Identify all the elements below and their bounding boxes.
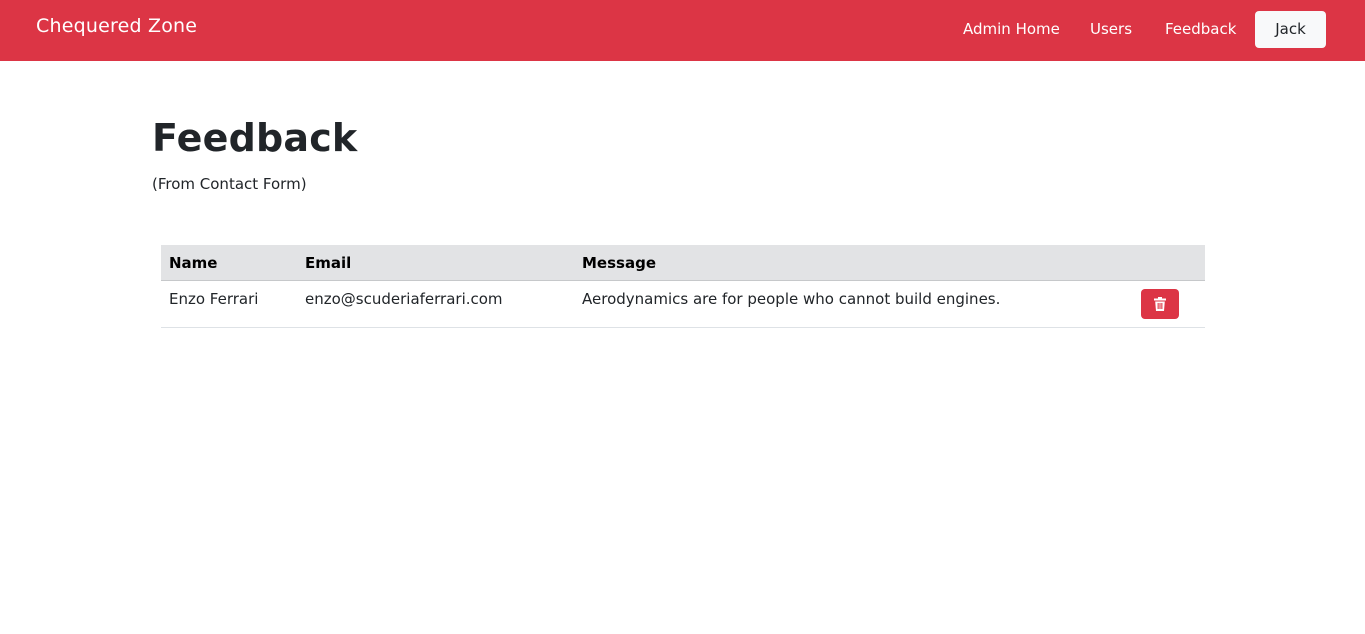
table-row: Enzo Ferrari enzo@scuderiaferrari.com Ae… <box>161 281 1205 328</box>
navbar: Chequered Zone Admin Home Users Feedback… <box>0 0 1365 61</box>
page-title: Feedback <box>152 116 358 160</box>
cell-name: Enzo Ferrari <box>169 290 259 308</box>
trash-icon <box>1154 297 1166 311</box>
table-header: Name Email Message <box>161 245 1205 281</box>
page-subtitle: (From Contact Form) <box>152 175 307 193</box>
feedback-table: Name Email Message Enzo Ferrari enzo@scu… <box>161 245 1205 328</box>
cell-email: enzo@scuderiaferrari.com <box>305 290 503 308</box>
column-header-name: Name <box>169 254 218 272</box>
column-header-email: Email <box>305 254 352 272</box>
user-menu-button[interactable]: Jack <box>1255 11 1326 48</box>
nav-link-users[interactable]: Users <box>1090 20 1132 38</box>
cell-message: Aerodynamics are for people who cannot b… <box>582 290 1001 308</box>
nav-link-feedback[interactable]: Feedback <box>1165 20 1236 38</box>
column-header-message: Message <box>582 254 656 272</box>
nav-link-admin-home[interactable]: Admin Home <box>963 20 1060 38</box>
brand-logo-text[interactable]: Chequered Zone <box>36 15 197 37</box>
delete-feedback-button[interactable] <box>1141 289 1179 319</box>
